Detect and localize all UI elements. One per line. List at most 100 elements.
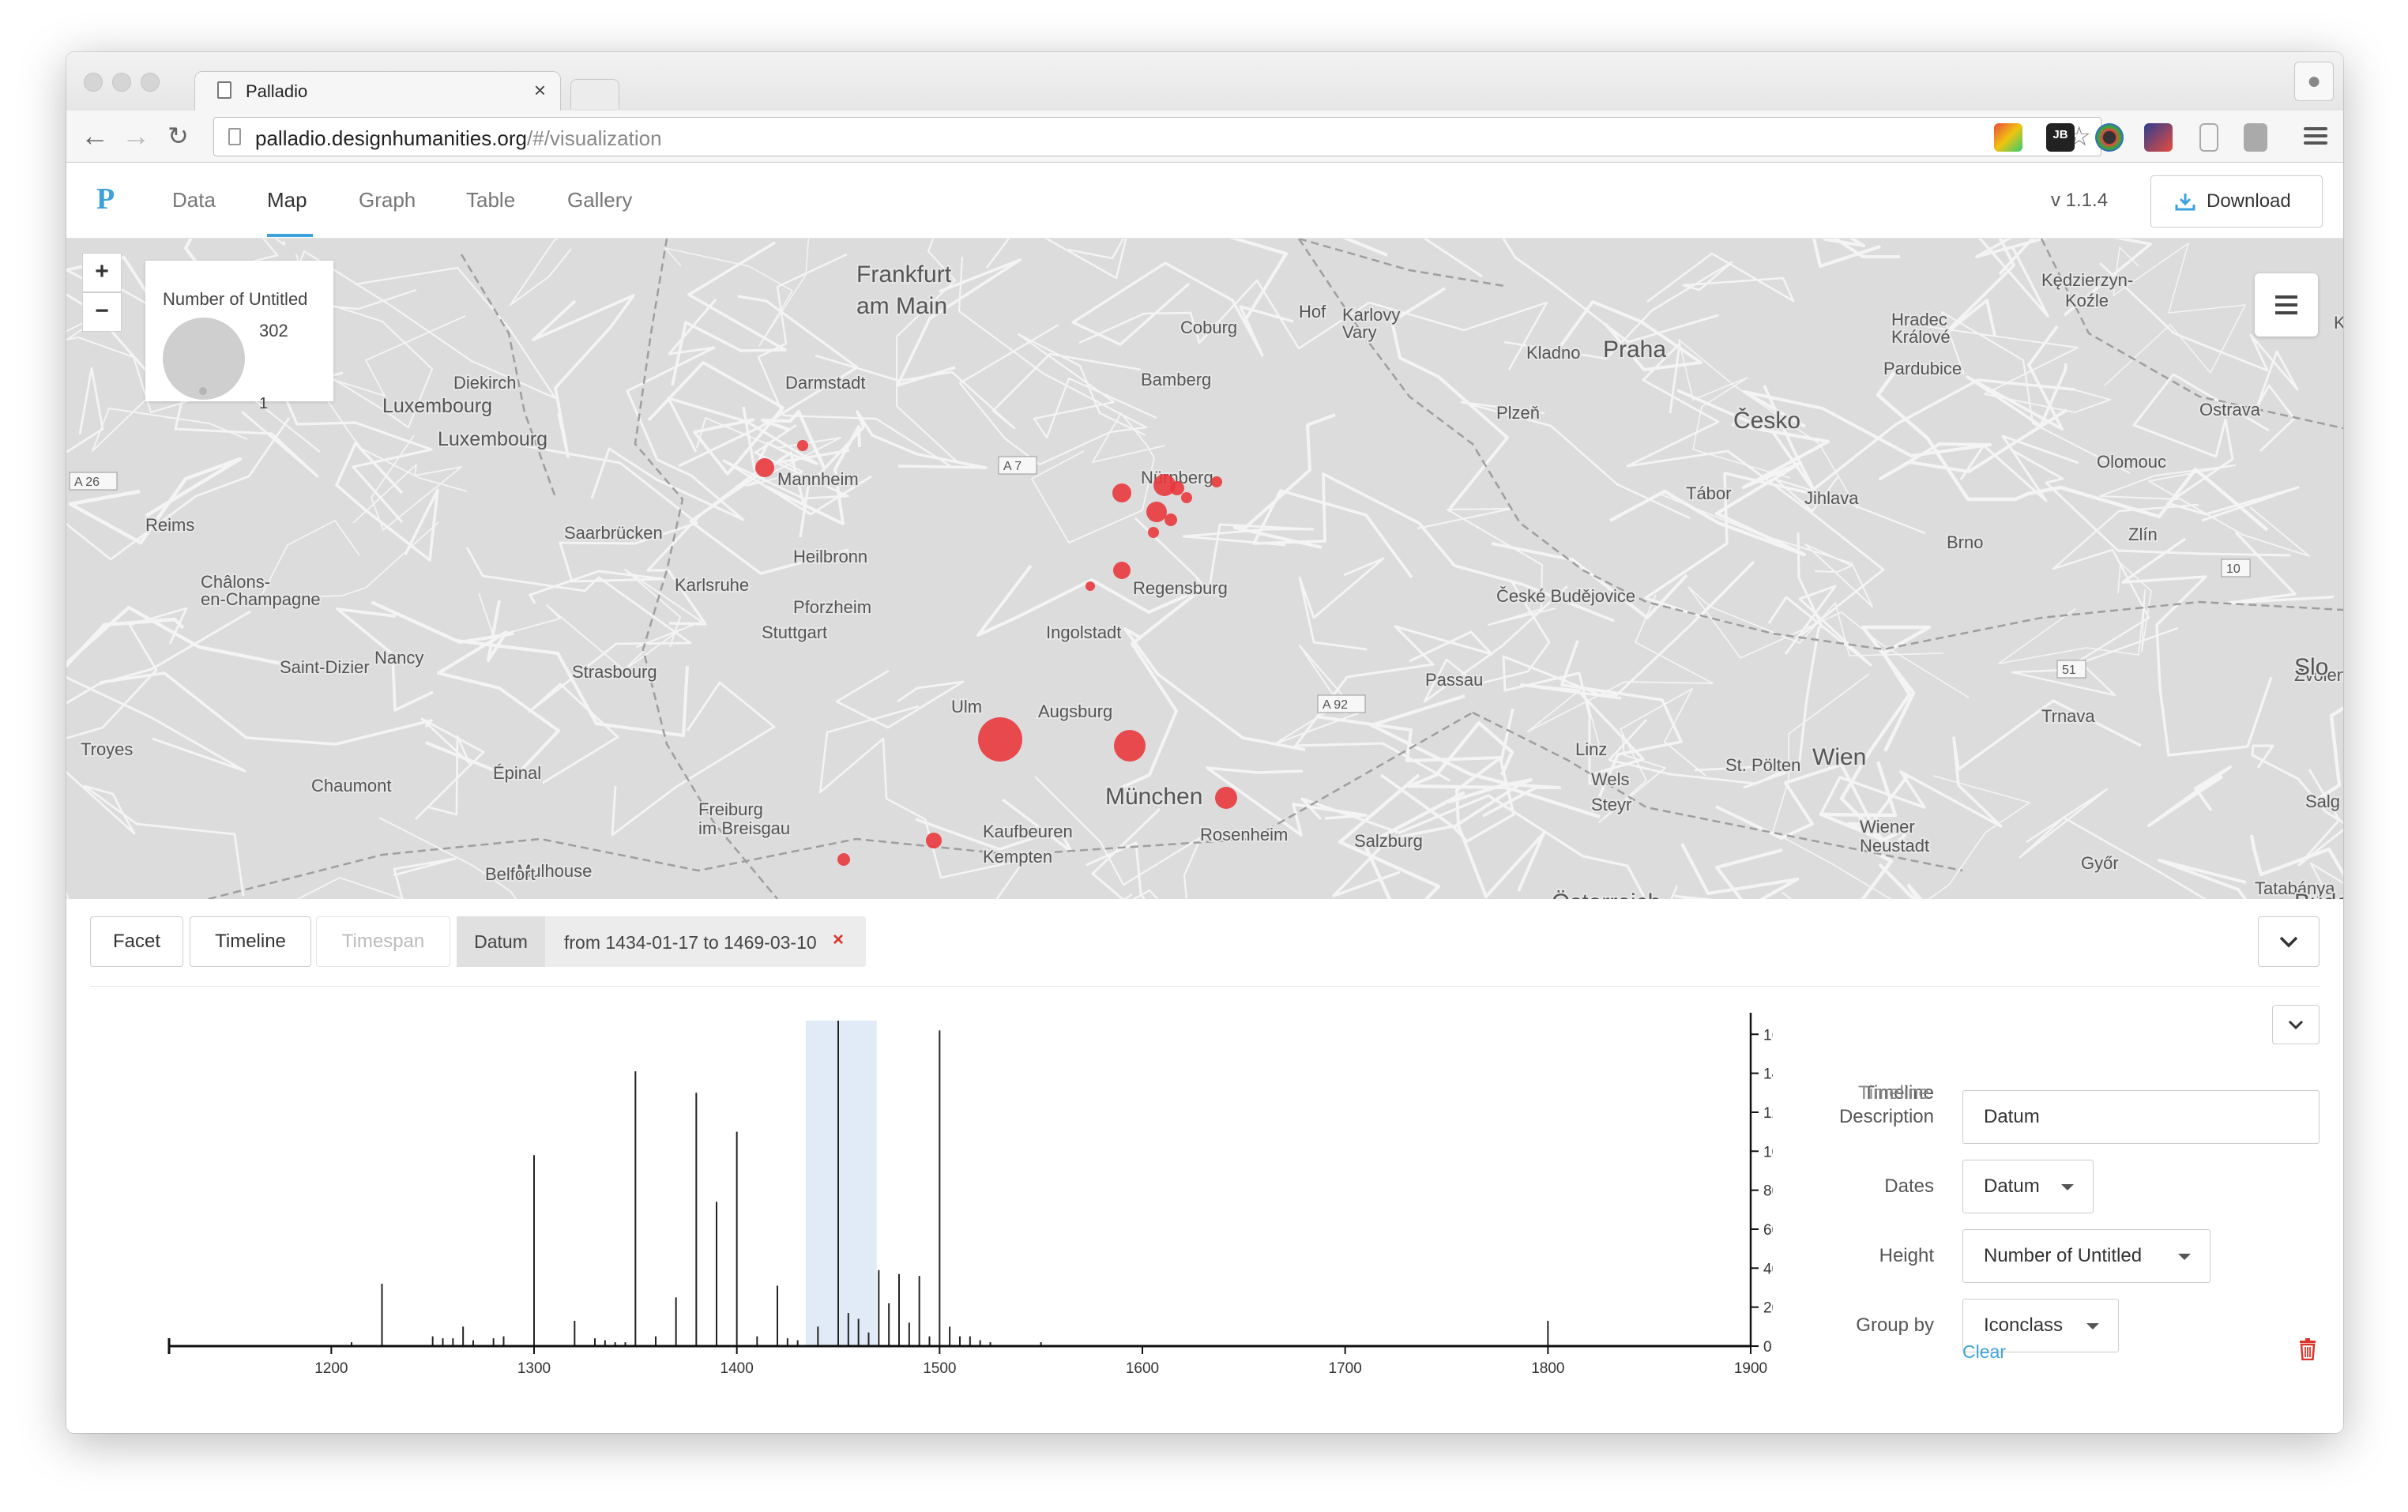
timeline-button[interactable]: Timeline <box>190 916 311 967</box>
description-input[interactable]: Datum <box>1962 1090 2320 1144</box>
city-label: Kaufbeuren <box>983 822 1073 841</box>
minimize-window-button[interactable] <box>112 73 131 92</box>
new-tab-button[interactable] <box>570 79 619 109</box>
timeline-chart[interactable]: 1200 1300 1400 1500 1600 1700 1800 1900 0 20 40 60 8… <box>98 1002 1773 1412</box>
city-label: Trnava <box>2041 706 2095 726</box>
road <box>1417 507 1556 626</box>
map-point[interactable] <box>1113 562 1131 579</box>
map-point[interactable] <box>1085 581 1095 591</box>
extension-tool-icon[interactable] <box>2144 123 2173 152</box>
url-text[interactable]: palladio.designhumanities.org/#/visualiz… <box>255 126 662 151</box>
city-label: Linz <box>1575 739 1607 759</box>
map-point[interactable] <box>1148 527 1159 538</box>
tab-data[interactable]: Data <box>172 188 216 213</box>
timeline-collapse-button[interactable] <box>2272 1005 2320 1044</box>
map-point[interactable] <box>797 440 808 451</box>
dates-dropdown[interactable]: Datum <box>1962 1160 2094 1213</box>
road <box>1680 843 1800 899</box>
map-point[interactable] <box>978 717 1022 762</box>
y-tick-label: 100 <box>1763 1144 1773 1160</box>
forward-icon[interactable]: → <box>122 118 150 153</box>
tab-gallery[interactable]: Gallery <box>567 188 632 213</box>
map-point[interactable] <box>1181 492 1192 503</box>
city-label: Pforzheim <box>793 597 871 617</box>
road <box>510 239 572 306</box>
map-view[interactable]: Frankfurt am Main Coburg Hof Karlovy Vary Klad… <box>66 239 2343 899</box>
chevron-down-icon <box>2288 1020 2304 1030</box>
city-label: Coburg <box>1180 318 1237 337</box>
timeline-brush[interactable] <box>805 1021 877 1346</box>
timespan-button[interactable]: Timespan <box>316 916 450 967</box>
legend-min-value: 1 <box>259 395 269 412</box>
version-label: v 1.1.4 <box>2051 190 2109 211</box>
palladio-logo[interactable]: P <box>96 182 115 216</box>
country-border <box>1298 239 1505 288</box>
url-path: /#/visualization <box>527 126 662 150</box>
zoom-in-button[interactable]: + <box>82 253 122 292</box>
zoom-window-button[interactable] <box>141 73 160 92</box>
city-label: Králové <box>1891 327 1951 347</box>
legend-title: Number of Untitled <box>163 289 308 309</box>
svg-text:10: 10 <box>2226 562 2241 576</box>
browser-tab[interactable]: Palladio × <box>194 71 561 112</box>
extension-color-icon[interactable] <box>2095 123 2124 152</box>
city-label: Ingolstadt <box>1046 622 1121 642</box>
city-label: Wiener <box>1860 817 1915 837</box>
road <box>66 770 245 897</box>
city-label: Troyes <box>81 739 133 759</box>
map-point[interactable] <box>1146 502 1167 522</box>
extension-jb-icon[interactable]: JB <box>2046 123 2075 152</box>
map-point[interactable] <box>926 833 942 848</box>
reload-icon[interactable]: ↻ <box>167 118 189 153</box>
map-point[interactable] <box>1164 513 1177 526</box>
map-point[interactable] <box>1215 787 1237 809</box>
height-dropdown[interactable]: Number of Untitled <box>1962 1229 2210 1283</box>
road <box>2147 765 2232 827</box>
city-label: Diekirch <box>453 373 516 393</box>
extension-doc-icon[interactable] <box>2199 123 2218 152</box>
city-label: Budapes <box>2294 890 2343 899</box>
city-label: Česko <box>1733 407 1800 434</box>
remove-filter-icon[interactable]: × <box>833 929 844 951</box>
tab-close-icon[interactable]: × <box>534 78 546 103</box>
zoom-out-button[interactable]: − <box>82 292 122 332</box>
page-icon <box>228 128 241 145</box>
road <box>1661 494 1873 607</box>
city-label: Kempten <box>983 847 1052 867</box>
caret-down-icon <box>2086 1323 2099 1330</box>
tab-table[interactable]: Table <box>466 188 515 213</box>
address-bar[interactable]: palladio.designhumanities.org/#/visualiz… <box>213 117 2101 156</box>
road <box>1767 585 1872 667</box>
road <box>1071 261 1294 357</box>
y-tick-label: 0 <box>1763 1339 1772 1356</box>
extension-copy-icon[interactable] <box>2244 123 2267 152</box>
clear-link[interactable]: Clear <box>1962 1341 2006 1363</box>
layers-menu-button[interactable] <box>2255 273 2318 337</box>
road <box>1491 542 1688 619</box>
x-tick-label: 1600 <box>1126 1360 1159 1377</box>
road <box>66 847 70 899</box>
map-point[interactable] <box>1211 476 1222 487</box>
svg-text:A 26: A 26 <box>74 476 100 489</box>
filter-chip-range: from 1434-01-17 to 1469-03-10 <box>564 932 817 953</box>
tab-graph[interactable]: Graph <box>359 188 416 213</box>
extension-cube-icon[interactable] <box>1994 123 2022 152</box>
map-point[interactable] <box>1112 483 1131 502</box>
trash-icon[interactable] <box>2299 1338 2316 1360</box>
tab-map[interactable]: Map <box>267 188 307 213</box>
map-point[interactable] <box>1170 481 1184 495</box>
profile-icon[interactable]: ● <box>2294 62 2334 101</box>
map-point[interactable] <box>755 458 774 477</box>
x-tick-label: 1900 <box>1734 1360 1767 1377</box>
map-point[interactable] <box>837 853 850 866</box>
collapse-panel-button[interactable] <box>2258 916 2320 967</box>
close-window-button[interactable] <box>84 73 103 92</box>
active-tab-indicator <box>267 234 313 237</box>
y-tick-label: 160 <box>1763 1027 1773 1044</box>
download-button[interactable]: Download <box>2150 175 2323 228</box>
browser-menu-icon[interactable] <box>2304 123 2327 149</box>
back-icon[interactable]: ← <box>81 118 109 153</box>
map-point[interactable] <box>1114 730 1146 762</box>
title-bar: Palladio × ● <box>66 52 2343 112</box>
facet-button[interactable]: Facet <box>90 916 183 967</box>
